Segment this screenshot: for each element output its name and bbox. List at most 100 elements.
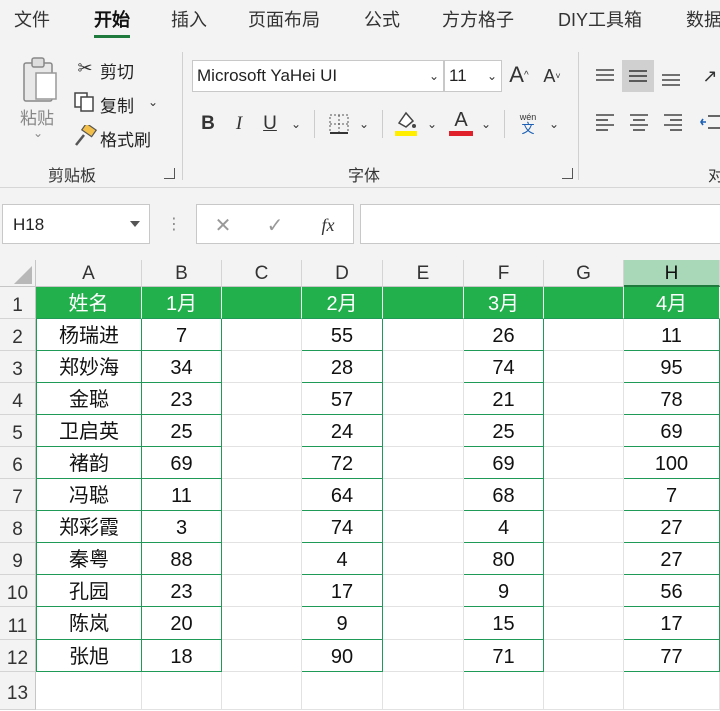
row-header-4[interactable]: 4 xyxy=(0,383,36,415)
row-header-11[interactable]: 11 xyxy=(0,607,36,640)
copy-button[interactable]: 复制 xyxy=(100,92,134,117)
table-cell[interactable]: 55 xyxy=(302,319,383,351)
table-cell[interactable]: 23 xyxy=(142,383,222,415)
font-color-dropdown-icon[interactable]: ⌄ xyxy=(478,116,494,132)
cell[interactable] xyxy=(383,543,464,575)
cell[interactable] xyxy=(544,575,624,607)
table-cell[interactable]: 17 xyxy=(624,607,720,640)
select-all-corner[interactable] xyxy=(0,260,36,287)
cell[interactable] xyxy=(222,415,302,447)
table-cell[interactable]: 64 xyxy=(302,479,383,511)
table-cell[interactable]: 陈岚 xyxy=(36,607,142,640)
table-cell[interactable]: 9 xyxy=(302,607,383,640)
cell[interactable] xyxy=(383,672,464,710)
row-header-1[interactable]: 1 xyxy=(0,287,36,319)
align-right-icon[interactable] xyxy=(660,110,686,134)
tab-home[interactable]: 开始 xyxy=(94,0,130,44)
phonetic-dropdown-icon[interactable]: ⌄ xyxy=(546,116,562,132)
table-cell[interactable]: 秦粤 xyxy=(36,543,142,575)
table-cell[interactable]: 90 xyxy=(302,640,383,672)
cell[interactable] xyxy=(383,383,464,415)
cell[interactable] xyxy=(383,607,464,640)
table-cell[interactable]: 68 xyxy=(464,479,544,511)
table-cell[interactable]: 77 xyxy=(624,640,720,672)
table-cell[interactable]: 25 xyxy=(142,415,222,447)
copy-dropdown-icon[interactable]: ⌄ xyxy=(146,94,160,110)
tab-insert[interactable]: 插入 xyxy=(171,0,207,44)
paste-dropdown-icon[interactable]: ⌄ xyxy=(30,126,46,140)
cell[interactable] xyxy=(544,640,624,672)
table-cell[interactable]: 24 xyxy=(302,415,383,447)
table-cell[interactable]: 7 xyxy=(142,319,222,351)
font-color-icon[interactable]: A xyxy=(448,106,474,138)
table-cell[interactable]: 孔园 xyxy=(36,575,142,607)
cell[interactable] xyxy=(544,607,624,640)
table-cell[interactable]: 褚韵 xyxy=(36,447,142,479)
fill-color-dropdown-icon[interactable]: ⌄ xyxy=(424,116,440,132)
table-cell[interactable]: 冯聪 xyxy=(36,479,142,511)
column-header-g[interactable]: G xyxy=(544,260,624,287)
table-cell[interactable]: 7 xyxy=(624,479,720,511)
column-header-a[interactable]: A xyxy=(36,260,142,287)
cell[interactable] xyxy=(222,319,302,351)
table-cell[interactable]: 74 xyxy=(302,511,383,543)
cell[interactable] xyxy=(544,383,624,415)
font-name-dropdown-icon[interactable]: ⌄ xyxy=(427,68,441,84)
table-cell[interactable]: 20 xyxy=(142,607,222,640)
column-header-c[interactable]: C xyxy=(222,260,302,287)
cell[interactable] xyxy=(36,672,142,710)
table-cell[interactable]: 72 xyxy=(302,447,383,479)
cell[interactable] xyxy=(544,415,624,447)
table-cell[interactable]: 金聪 xyxy=(36,383,142,415)
font-launcher-icon[interactable] xyxy=(562,168,573,179)
table-cell[interactable]: 15 xyxy=(464,607,544,640)
table-cell[interactable]: 卫启英 xyxy=(36,415,142,447)
cell[interactable] xyxy=(544,319,624,351)
row-header-6[interactable]: 6 xyxy=(0,447,36,479)
tab-data[interactable]: 数据 xyxy=(686,0,720,44)
cell[interactable] xyxy=(222,543,302,575)
tab-page-layout[interactable]: 页面布局 xyxy=(248,0,320,44)
table-cell[interactable]: 34 xyxy=(142,351,222,383)
bold-button[interactable]: B xyxy=(196,110,220,138)
cell[interactable] xyxy=(222,383,302,415)
table-cell[interactable]: 100 xyxy=(624,447,720,479)
cell[interactable] xyxy=(222,672,302,710)
align-left-icon[interactable] xyxy=(592,110,618,134)
enter-icon[interactable]: ✓ xyxy=(263,213,287,237)
name-box[interactable]: H18 xyxy=(2,204,150,244)
cell[interactable] xyxy=(302,672,383,710)
cell[interactable] xyxy=(222,447,302,479)
row-header-2[interactable]: 2 xyxy=(0,319,36,351)
table-cell[interactable]: 69 xyxy=(464,447,544,479)
table-cell[interactable]: 23 xyxy=(142,575,222,607)
table-cell[interactable]: 95 xyxy=(624,351,720,383)
table-header-cell[interactable] xyxy=(383,287,464,319)
cell[interactable] xyxy=(544,447,624,479)
table-cell[interactable]: 78 xyxy=(624,383,720,415)
align-top-icon[interactable] xyxy=(592,64,618,88)
cell[interactable] xyxy=(142,672,222,710)
table-header-cell[interactable]: 姓名 xyxy=(36,287,142,319)
shrink-font-icon[interactable]: A ˅ xyxy=(540,62,564,90)
cell[interactable] xyxy=(624,672,720,710)
tab-formulas[interactable]: 公式 xyxy=(364,0,400,44)
table-cell[interactable]: 69 xyxy=(142,447,222,479)
orientation-icon[interactable]: ↗ xyxy=(700,62,720,90)
cell[interactable] xyxy=(222,640,302,672)
underline-dropdown-icon[interactable]: ⌄ xyxy=(288,116,304,132)
cell[interactable] xyxy=(383,415,464,447)
border-dropdown-icon[interactable]: ⌄ xyxy=(356,116,372,132)
cell[interactable] xyxy=(383,575,464,607)
font-name-box[interactable]: Microsoft YaHei UI ⌄ xyxy=(192,60,444,92)
tab-diy-toolbox[interactable]: DIY工具箱 xyxy=(558,0,642,44)
table-cell[interactable]: 11 xyxy=(624,319,720,351)
table-cell[interactable]: 17 xyxy=(302,575,383,607)
cell[interactable] xyxy=(544,672,624,710)
paste-icon[interactable] xyxy=(18,54,62,106)
clipboard-launcher-icon[interactable] xyxy=(164,168,175,179)
cell[interactable] xyxy=(222,511,302,543)
table-cell[interactable]: 郑妙海 xyxy=(36,351,142,383)
table-cell[interactable]: 88 xyxy=(142,543,222,575)
grow-font-icon[interactable]: A ^ xyxy=(506,60,532,90)
